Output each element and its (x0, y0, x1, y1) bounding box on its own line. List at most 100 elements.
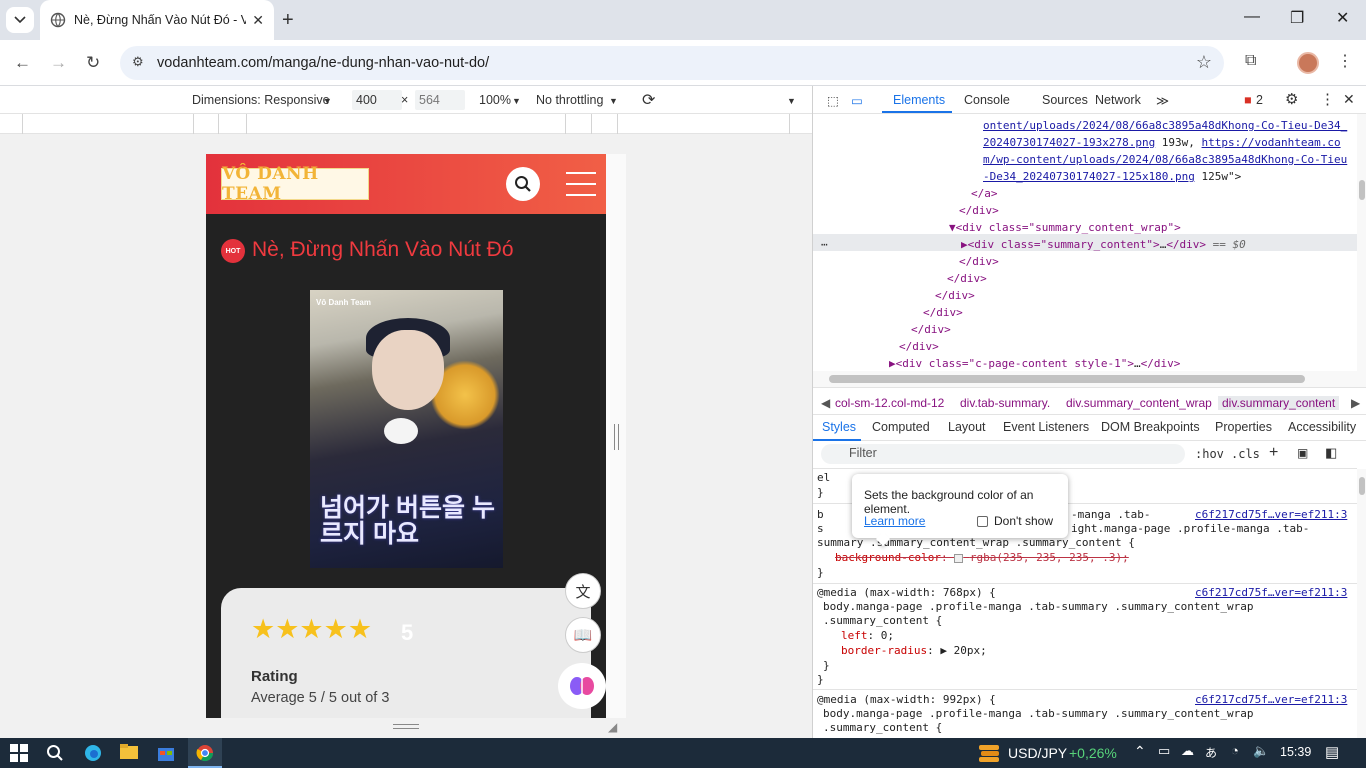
dom-node[interactable]: </div> (1141, 357, 1181, 370)
resize-handle-bottom[interactable] (393, 724, 419, 732)
translate-button[interactable]: 文 (565, 573, 601, 609)
breadcrumb-item[interactable]: div.summary_content_wrap (1066, 396, 1212, 410)
error-count[interactable]: 2 (1256, 93, 1263, 107)
close-devtools-icon[interactable]: ✕ (1343, 91, 1355, 108)
bookmark-star-icon[interactable]: ☆ (1196, 52, 1212, 73)
dom-srcset-line[interactable]: ontent/uploads/2024/08/66a8c3895a48dKhon… (983, 119, 1347, 132)
breadcrumb-item[interactable]: div.tab-summary. (960, 396, 1050, 410)
tab-accessibility[interactable]: Accessibility (1288, 420, 1356, 434)
rule-selector[interactable]: body.manga-page .profile-manga .tab-summ… (823, 707, 1253, 720)
close-window-button[interactable]: ✕ (1336, 8, 1349, 28)
styles-scrollbar[interactable] (1357, 469, 1366, 738)
devtools-menu-icon[interactable]: ⋮ (1320, 90, 1335, 108)
rule-selector[interactable]: b (817, 508, 824, 521)
tab-search-button[interactable] (6, 7, 34, 33)
chrome-icon[interactable] (196, 744, 214, 762)
tab-computed[interactable]: Computed (872, 420, 930, 434)
manga-cover-image[interactable]: Vô Danh Team 넘어가 버튼을 누르지 마요 (310, 290, 503, 568)
hamburger-menu-icon[interactable] (566, 172, 596, 196)
dom-node-summary-content-wrap[interactable]: ▼<div class="summary_content_wrap"> (949, 221, 1181, 234)
settings-gear-icon[interactable]: ⚙ (1285, 90, 1298, 108)
tab-console[interactable]: Console (964, 93, 1010, 107)
site-info-icon[interactable]: ⚙ (132, 54, 144, 70)
breadcrumb-right-arrow[interactable]: ▶ (1351, 396, 1360, 410)
profile-avatar[interactable] (1297, 52, 1319, 74)
learn-more-link[interactable]: Learn more (864, 514, 925, 528)
inspect-element-icon[interactable]: ⬚ (827, 93, 839, 108)
cloud-icon[interactable]: ☁ (1181, 743, 1194, 759)
tab-sources[interactable]: Sources (1042, 93, 1088, 107)
tab-properties[interactable]: Properties (1215, 420, 1272, 434)
color-swatch[interactable] (954, 553, 964, 563)
site-logo[interactable]: VÔ DANH TEAM (221, 164, 369, 204)
wifi-icon[interactable]: ◔ (1231, 743, 1239, 758)
dom-node[interactable]: </div> (899, 340, 939, 353)
rotate-icon[interactable]: ⟳ (642, 90, 655, 110)
zoom-dropdown[interactable]: 100% (479, 93, 511, 107)
volume-icon[interactable]: 🔈 (1253, 743, 1269, 759)
sidebar-toggle-icon[interactable]: ◧ (1325, 445, 1337, 461)
edge-browser-icon[interactable] (84, 744, 102, 762)
stock-widget-icon[interactable] (977, 741, 1001, 765)
reader-button[interactable]: 📖 (565, 617, 601, 653)
dimensions-dropdown[interactable]: Dimensions: Responsive (192, 93, 330, 107)
close-tab-icon[interactable]: ✕ (252, 12, 264, 29)
element-style-selector[interactable]: el (817, 471, 830, 484)
back-button[interactable]: ← (14, 53, 31, 73)
tab-network[interactable]: Network (1095, 93, 1141, 107)
paint-icon[interactable]: ▣ (1297, 446, 1308, 460)
ticker-name[interactable]: USD/JPY (1008, 745, 1067, 761)
dom-node[interactable]: </div> (935, 289, 975, 302)
dom-srcset-line[interactable]: m/wp-content/uploads/2024/08/66a8c3895a4… (983, 153, 1347, 166)
css-property-name[interactable]: left (841, 629, 868, 642)
rating-stars[interactable]: ★★★★★ (251, 614, 372, 645)
dont-show-checkbox[interactable]: Don't show (977, 514, 1053, 528)
notifications-icon[interactable]: ▤ (1325, 743, 1339, 761)
dom-tree[interactable]: ontent/uploads/2024/08/66a8c3895a48dKhon… (813, 114, 1357, 371)
resize-corner-grip[interactable]: ◢ (608, 720, 617, 734)
dom-node[interactable]: </a> (971, 187, 998, 200)
rule-selector[interactable]: s (817, 522, 824, 535)
dom-node[interactable]: </div> (959, 255, 999, 268)
dom-node[interactable]: </div> (911, 323, 951, 336)
css-property-value[interactable]: 20px; (954, 644, 987, 657)
cls-toggle[interactable]: .cls (1231, 447, 1260, 461)
rule-selector[interactable]: ight.manga-page .profile-manga .tab- (1071, 522, 1309, 535)
chevron-up-icon[interactable]: ⌃ (1134, 743, 1146, 760)
dom-node[interactable]: </div> (959, 204, 999, 217)
dom-node-c-page-content[interactable]: ▶<div class="c-page-content style-1"> (889, 357, 1134, 370)
taskbar-clock[interactable]: 15:39 (1280, 745, 1311, 759)
tab-elements[interactable]: Elements (893, 93, 945, 107)
monitor-icon[interactable]: ▭ (1158, 743, 1170, 759)
media-query[interactable]: @media (max-width: 992px) { (817, 693, 996, 706)
windows-start-icon[interactable] (10, 744, 28, 762)
dom-node[interactable]: </div> (1166, 238, 1206, 251)
rule-selector[interactable]: body.manga-page .profile-manga .tab-summ… (823, 600, 1253, 613)
rule-selector[interactable]: .summary_content { (823, 614, 942, 627)
css-property-value[interactable]: 0; (881, 629, 894, 642)
dom-vertical-scrollbar[interactable] (1357, 114, 1366, 371)
more-options-icon[interactable]: ▼ (787, 96, 796, 106)
store-icon[interactable] (157, 744, 175, 762)
hov-toggle[interactable]: :hov (1195, 447, 1224, 461)
rule-selector[interactable]: -manga .tab- (1071, 508, 1150, 521)
taskbar-search-icon[interactable] (46, 744, 64, 762)
dom-srcset-line[interactable]: https://vodanhteam.co (1202, 136, 1341, 149)
reload-button[interactable]: ↻ (86, 53, 100, 73)
expand-arrow-icon[interactable]: ▶ (940, 644, 947, 657)
device-toggle-icon[interactable]: ▭ (851, 93, 863, 108)
restore-button[interactable]: ❐ (1290, 8, 1304, 28)
tab-event-listeners[interactable]: Event Listeners (1003, 420, 1089, 434)
minimize-button[interactable]: — (1244, 8, 1260, 26)
omnibox[interactable]: ⚙ vodanhteam.com/manga/ne-dung-nhan-vao-… (120, 46, 1224, 80)
dom-srcset-line[interactable]: -De34_20240730174027-125x180.png (983, 170, 1195, 183)
breadcrumb-item-active[interactable]: div.summary_content (1218, 396, 1340, 410)
ai-assistant-button[interactable] (558, 663, 606, 709)
media-query-ruler[interactable] (0, 114, 812, 134)
throttling-dropdown[interactable]: No throttling (536, 93, 603, 107)
dom-node[interactable]: </div> (947, 272, 987, 285)
resize-handle-right[interactable] (614, 424, 620, 450)
styles-filter-input[interactable]: Filter (821, 444, 1185, 464)
dom-node-summary-content[interactable]: ▶<div class="summary_content"> (961, 238, 1160, 251)
rule-source-link[interactable]: c6f217cd75f…ver=ef211:3 (1195, 586, 1347, 599)
